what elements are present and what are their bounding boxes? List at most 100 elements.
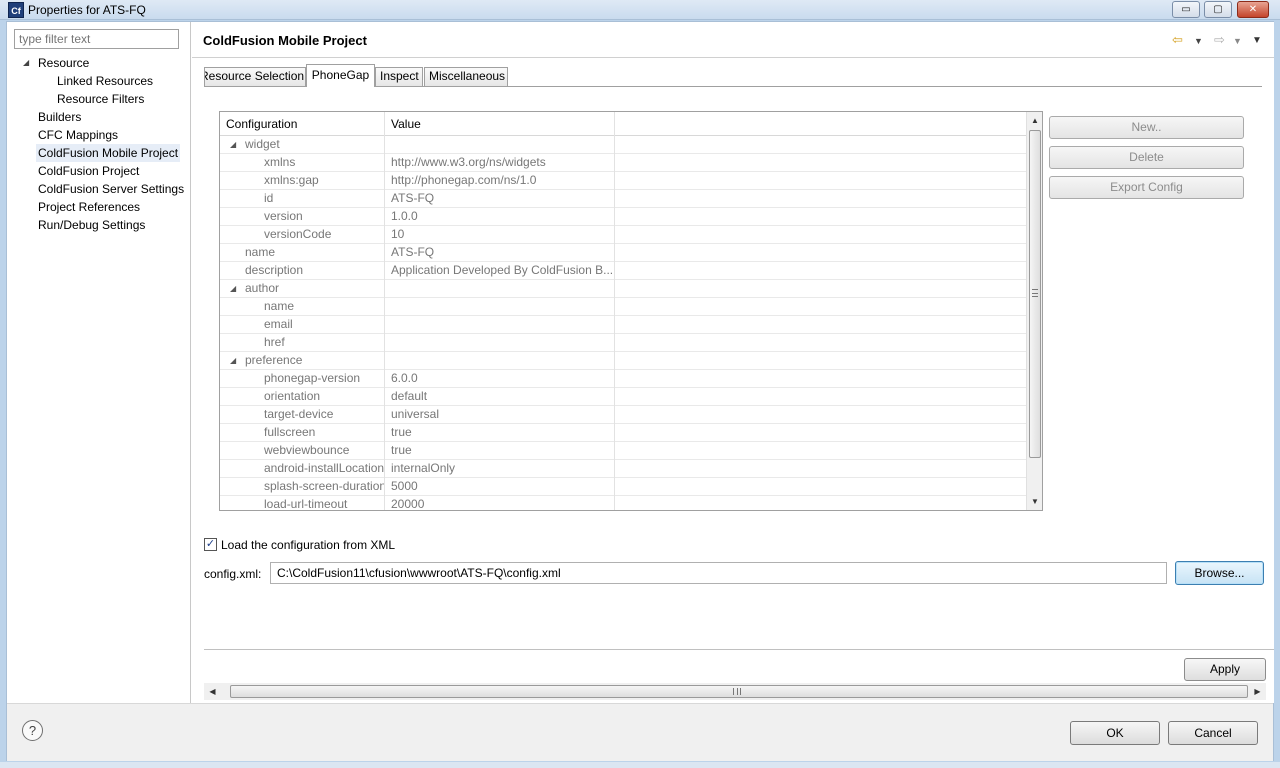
table-row[interactable]: load-url-timeout 20000 [220, 496, 1026, 510]
table-row[interactable]: id ATS-FQ [220, 190, 1026, 208]
table-row[interactable]: xmlns:gap http://phonegap.com/ns/1.0 [220, 172, 1026, 190]
config-value: internalOnly [385, 460, 615, 478]
scroll-down-icon[interactable]: ▼ [1027, 493, 1042, 510]
tree-item-cfc-mappings[interactable]: CFC Mappings [7, 126, 191, 144]
load-xml-label[interactable]: Load the configuration from XML [221, 537, 395, 553]
expanded-arrow-icon[interactable]: ◢ [230, 352, 236, 369]
tree-item-label: Linked Resources [57, 74, 154, 88]
column-header-configuration[interactable]: Configuration [220, 112, 385, 136]
help-icon[interactable]: ? [22, 720, 43, 741]
tree-item-coldfusion-project[interactable]: ColdFusion Project [7, 162, 191, 180]
table-row[interactable]: xmlns http://www.w3.org/ns/widgets [220, 154, 1026, 172]
new-button[interactable]: New.. [1049, 116, 1244, 139]
table-row[interactable]: href [220, 334, 1026, 352]
table-row[interactable]: ◢ author [220, 280, 1026, 298]
tree-item-label: Resource Filters [57, 92, 145, 106]
table-row[interactable]: ◢ widget [220, 136, 1026, 154]
tab-phonegap[interactable]: PhoneGap [306, 64, 375, 87]
expanded-arrow-icon[interactable]: ◢ [23, 54, 29, 72]
table-row[interactable]: name ATS-FQ [220, 244, 1026, 262]
config-key-cell: target-device [220, 406, 385, 424]
config-key-cell: xmlns:gap [220, 172, 385, 190]
config-value: 5000 [385, 478, 615, 496]
browse-button[interactable]: Browse... [1175, 561, 1264, 585]
maximize-button[interactable]: ▢ [1204, 1, 1232, 18]
table-row[interactable]: splash-screen-duration 5000 [220, 478, 1026, 496]
page-horizontal-scrollbar[interactable]: ◀ ▶ [204, 683, 1266, 700]
config-key-cell: fullscreen [220, 424, 385, 442]
scrollbar-thumb[interactable] [1029, 130, 1041, 458]
tree-item-project-references[interactable]: Project References [7, 198, 191, 216]
forward-arrow-icon[interactable]: ⇨ [1214, 32, 1225, 48]
expanded-arrow-icon[interactable]: ◢ [230, 136, 236, 153]
tree-item-run-debug-settings[interactable]: Run/Debug Settings [7, 216, 191, 234]
scroll-up-icon[interactable]: ▲ [1027, 112, 1042, 129]
tab-label: Resource Selection [204, 69, 305, 83]
apply-button[interactable]: Apply [1184, 658, 1266, 681]
config-value: universal [385, 406, 615, 424]
config-value [385, 316, 615, 334]
filter-input[interactable] [14, 29, 179, 49]
table-body: ◢ widget xmlns http://www.w3.org/ns/widget… [220, 136, 1026, 510]
table-row[interactable]: name [220, 298, 1026, 316]
table-row[interactable]: phonegap-version 6.0.0 [220, 370, 1026, 388]
cancel-button[interactable]: Cancel [1168, 721, 1258, 745]
view-menu-icon[interactable]: ▼ [1252, 35, 1262, 46]
table-row[interactable]: webviewbounce true [220, 442, 1026, 460]
back-dropdown-icon[interactable]: ▼ [1194, 36, 1203, 46]
config-key: webviewbounce [264, 443, 350, 457]
tab-miscellaneous[interactable]: Miscellaneous [424, 67, 508, 86]
scrollbar-thumb[interactable] [230, 685, 1248, 698]
config-key-cell: href [220, 334, 385, 352]
table-row[interactable]: email [220, 316, 1026, 334]
table-row[interactable]: orientation default [220, 388, 1026, 406]
config-key-cell: name [220, 298, 385, 316]
config-key: name [264, 299, 295, 313]
tab-resource-selection[interactable]: Resource Selection [204, 67, 306, 86]
table-row[interactable]: description Application Developed By Cold… [220, 262, 1026, 280]
table-row[interactable]: fullscreen true [220, 424, 1026, 442]
config-value [385, 352, 615, 370]
config-xml-path-input[interactable] [270, 562, 1167, 584]
tree-item-coldfusion-server-settings[interactable]: ColdFusion Server Settings [7, 180, 191, 198]
ok-button[interactable]: OK [1070, 721, 1160, 745]
table-row[interactable]: versionCode 10 [220, 226, 1026, 244]
tree-item-builders[interactable]: Builders [7, 108, 191, 126]
export-config-button[interactable]: Export Config [1049, 176, 1244, 199]
table-row[interactable]: version 1.0.0 [220, 208, 1026, 226]
table-row[interactable]: android-installLocation internalOnly [220, 460, 1026, 478]
load-xml-checkbox[interactable]: ✓ [204, 538, 217, 551]
coldfusion-app-icon: Cf [8, 2, 24, 18]
config-xml-label: config.xml: [204, 567, 262, 581]
left-navigation-pane: ◢ Resource Linked Resources Resource Fil… [7, 22, 191, 703]
scroll-right-icon[interactable]: ▶ [1249, 683, 1266, 700]
table-row[interactable]: target-device universal [220, 406, 1026, 424]
tree-item-label: Resource [38, 56, 90, 70]
tab-label: Miscellaneous [429, 69, 506, 83]
tree-item-resource[interactable]: ◢ Resource [7, 54, 191, 72]
forward-dropdown-icon[interactable]: ▼ [1233, 36, 1242, 46]
config-value: 6.0.0 [385, 370, 615, 388]
table-vertical-scrollbar[interactable]: ▲ ▼ [1026, 112, 1042, 510]
tree-item-coldfusion-mobile-project[interactable]: ColdFusion Mobile Project [7, 144, 191, 162]
config-value: Application Developed By ColdFusion B... [385, 262, 615, 280]
config-value [385, 334, 615, 352]
config-key-cell: ◢ author [220, 280, 385, 298]
config-key-cell: description [220, 262, 385, 280]
config-key: orientation [264, 389, 321, 403]
config-value: 10 [385, 226, 615, 244]
config-key: version [264, 209, 303, 223]
tab-inspect[interactable]: Inspect [375, 67, 423, 86]
back-arrow-icon[interactable]: ⇦ [1172, 32, 1183, 48]
tree-item-resource-filters[interactable]: Resource Filters [7, 90, 191, 108]
config-value: ATS-FQ [385, 244, 615, 262]
tree-item-linked-resources[interactable]: Linked Resources [7, 72, 191, 90]
expanded-arrow-icon[interactable]: ◢ [230, 280, 236, 297]
close-button[interactable]: ✕ [1237, 1, 1269, 18]
table-row[interactable]: ◢ preference [220, 352, 1026, 370]
delete-button[interactable]: Delete [1049, 146, 1244, 169]
configuration-table[interactable]: Configuration Value ◢ widget xmlns http://… [219, 111, 1043, 511]
column-header-value[interactable]: Value [385, 112, 615, 136]
scroll-left-icon[interactable]: ◀ [204, 683, 221, 700]
minimize-button[interactable]: ▭ [1172, 1, 1200, 18]
